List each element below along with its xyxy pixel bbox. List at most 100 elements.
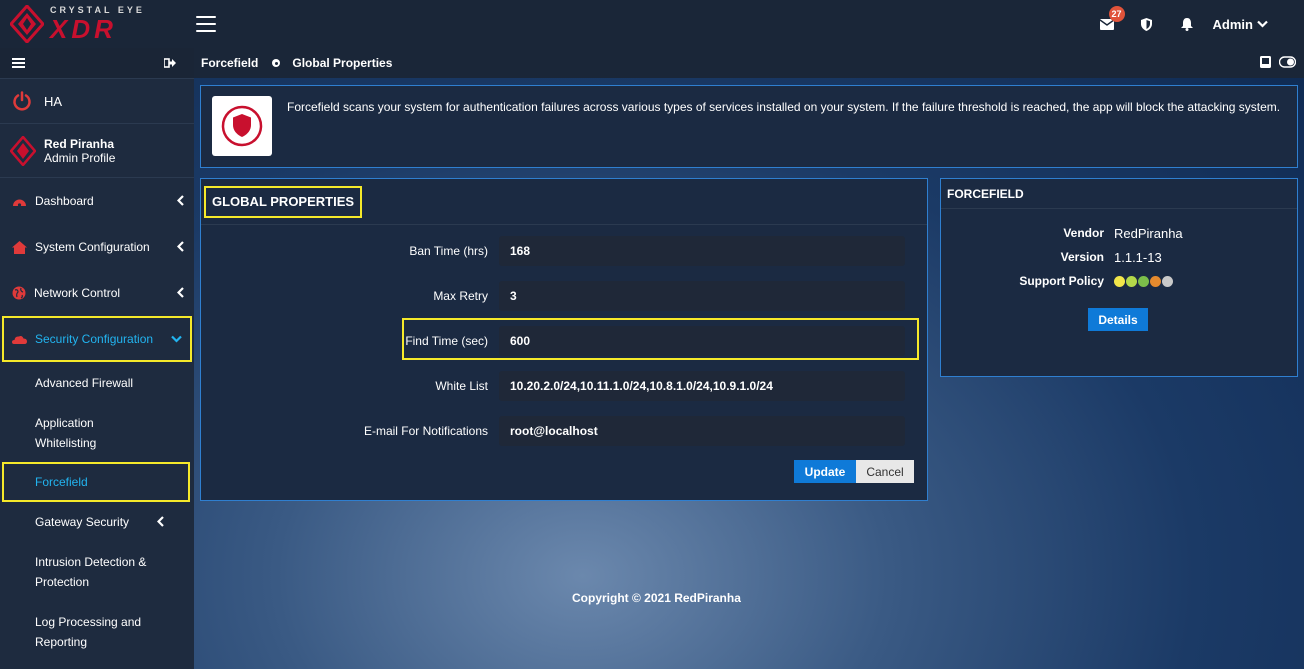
version-row: Version 1.1.1-13 <box>941 245 1297 269</box>
globe-icon <box>12 286 26 300</box>
book-icon[interactable] <box>1260 56 1271 68</box>
sidebar-item-label: Network Control <box>34 286 121 300</box>
find-time-input[interactable] <box>499 326 905 356</box>
mail-badge: 27 <box>1108 6 1125 22</box>
ban-time-label: Ban Time (hrs) <box>409 244 488 258</box>
forcefield-info-panel: FORCEFIELD Vendor RedPiranha Version 1.1… <box>940 178 1298 377</box>
copyright-text: Copyright © 2021 RedPiranha <box>572 591 741 605</box>
chevron-left-icon <box>177 241 184 252</box>
vendor-row: Vendor RedPiranha <box>941 221 1297 245</box>
forcefield-app-icon <box>212 96 272 156</box>
sidebar-toolbar <box>0 48 194 78</box>
notifications-button[interactable] <box>1167 0 1207 48</box>
dashboard-icon <box>13 199 26 207</box>
sidebar-subitem-label: Advanced Firewall <box>35 376 134 390</box>
sidebar-subitem-label: Forcefield <box>35 475 88 489</box>
user-menu[interactable]: Admin <box>1207 17 1304 32</box>
cancel-button[interactable]: Cancel <box>856 460 914 483</box>
sidebar-item-network-control[interactable]: Network Control <box>0 270 194 316</box>
chevron-left-icon <box>157 516 164 527</box>
email-row: E-mail For Notifications <box>201 415 929 447</box>
brand-logo[interactable]: CRYSTAL EYE XDR <box>0 0 194 48</box>
panel-title: GLOBAL PROPERTIES <box>204 185 363 218</box>
email-field[interactable] <box>499 416 905 446</box>
chevron-down-icon <box>171 335 182 343</box>
sidebar-subitem-application-whitelisting[interactable]: Application Whitelisting <box>0 404 194 462</box>
power-icon <box>13 91 31 111</box>
find-time-label: Find Time (sec) <box>405 334 488 348</box>
ban-time-input[interactable] <box>499 236 905 266</box>
support-dot <box>1138 275 1149 287</box>
max-retry-label: Max Retry <box>433 289 488 303</box>
support-dot <box>1162 275 1173 287</box>
sidebar-subitem-label: Intrusion Detection & Protection <box>35 555 147 589</box>
sidebar-subitem-intrusion-detection[interactable]: Intrusion Detection & Protection <box>0 542 194 602</box>
sidebar-item-label: Dashboard <box>35 194 94 208</box>
support-dot <box>1126 275 1137 287</box>
breadcrumb-parent[interactable]: Forcefield <box>201 56 258 70</box>
sidebar-item-label: System Configuration <box>35 240 150 254</box>
breadcrumb: Forcefield Global Properties <box>194 48 1304 78</box>
global-properties-panel: GLOBAL PROPERTIES Ban Time (hrs) Max Ret… <box>200 178 928 501</box>
panel-title: FORCEFIELD <box>947 186 1024 201</box>
sidebar-item-label: Security Configuration <box>35 332 154 346</box>
brand-main-text: XDR <box>50 14 117 44</box>
app-info-panel: Forcefield scans your system for authent… <box>200 85 1298 168</box>
mail-button[interactable]: 27 <box>1087 0 1127 48</box>
white-list-input[interactable] <box>499 371 905 401</box>
profile-name: Red Piranha <box>44 136 115 151</box>
version-label: Version <box>1060 250 1104 264</box>
profile-card[interactable]: Red Piranha Admin Profile <box>0 124 194 178</box>
sidebar-subitem-label: Log Processing and Reporting <box>35 615 142 649</box>
max-retry-row: Max Retry <box>201 280 929 312</box>
sidebar-item-dashboard[interactable]: Dashboard <box>0 178 194 224</box>
sidebar-item-security-configuration[interactable]: Security Configuration <box>2 316 192 362</box>
avatar <box>10 135 36 166</box>
details-button[interactable]: Details <box>1088 308 1148 331</box>
form-actions: Update Cancel <box>794 460 914 483</box>
sidebar-subitem-label: Application Whitelisting <box>35 416 97 450</box>
sidebar-menu-icon[interactable] <box>12 58 25 68</box>
chevron-left-icon <box>177 195 184 206</box>
find-time-row: Find Time (sec) <box>201 325 929 357</box>
shield-button[interactable] <box>1127 0 1167 48</box>
shield-icon <box>1141 17 1153 31</box>
support-policy-indicator <box>1114 275 1173 287</box>
ban-time-row: Ban Time (hrs) <box>201 235 929 267</box>
sidebar-subitem-gateway-security[interactable]: Gateway Security <box>0 502 194 542</box>
chevron-left-icon <box>177 287 184 298</box>
max-retry-input[interactable] <box>499 281 905 311</box>
sign-out-icon[interactable] <box>164 58 176 68</box>
sidebar-subitem-label: Gateway Security <box>35 515 130 529</box>
toggle-icon[interactable] <box>1279 56 1296 68</box>
sidebar-item-label: HA <box>44 93 63 109</box>
breadcrumb-current: Global Properties <box>292 56 393 70</box>
breadcrumb-separator-icon <box>272 59 281 67</box>
forcefield-shield-icon <box>221 105 263 147</box>
support-dot <box>1114 275 1125 287</box>
vendor-label: Vendor <box>1063 226 1104 240</box>
sidebar-item-system-configuration[interactable]: System Configuration <box>0 224 194 270</box>
global-properties-header: GLOBAL PROPERTIES <box>201 179 927 225</box>
white-list-label: White List <box>435 379 488 393</box>
sidebar-item-ha[interactable]: HA <box>0 78 194 124</box>
bell-icon <box>1180 17 1193 31</box>
support-dot <box>1150 275 1161 287</box>
home-icon <box>12 240 27 254</box>
cloud-icon <box>12 335 27 344</box>
sidebar-subitem-log-processing[interactable]: Log Processing and Reporting <box>0 602 194 662</box>
menu-icon[interactable] <box>196 16 216 32</box>
sidebar-subitem-forcefield[interactable]: Forcefield <box>2 462 190 502</box>
white-list-row: White List <box>201 370 929 402</box>
version-value: 1.1.1-13 <box>1114 249 1162 265</box>
support-policy-row: Support Policy <box>941 269 1297 293</box>
email-label: E-mail For Notifications <box>363 424 488 438</box>
top-bar: CRYSTAL EYE XDR 27 Admin <box>0 0 1304 48</box>
sidebar: HA Red Piranha Admin Profile Dashboard S… <box>0 48 194 669</box>
profile-role: Admin Profile <box>44 150 116 165</box>
update-button[interactable]: Update <box>794 460 856 483</box>
sidebar-subitem-advanced-firewall[interactable]: Advanced Firewall <box>0 362 194 404</box>
chevron-down-icon <box>1257 20 1268 28</box>
logo-mark-icon <box>10 5 44 43</box>
app-description: Forcefield scans your system for authent… <box>287 100 1281 114</box>
